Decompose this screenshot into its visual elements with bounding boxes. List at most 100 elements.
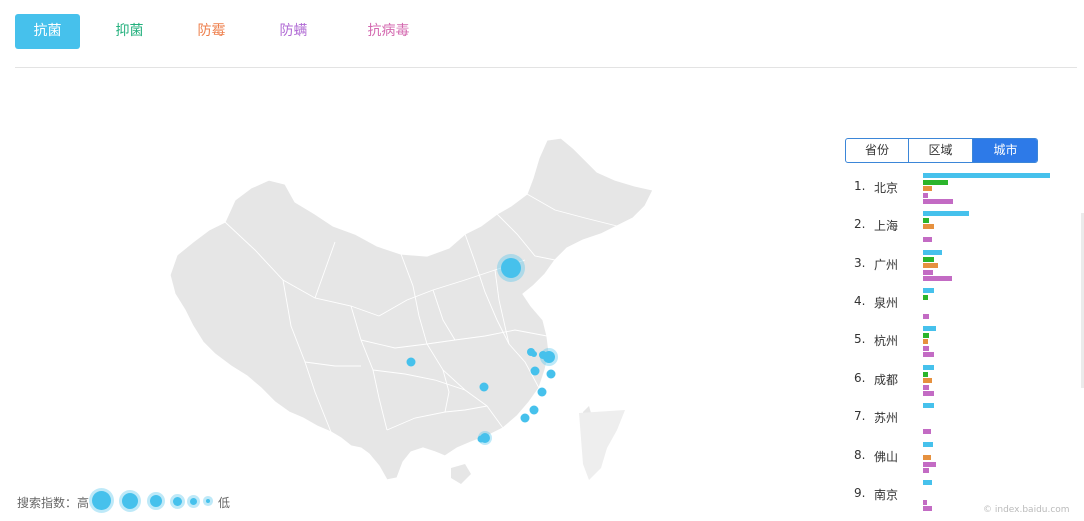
ranking-row[interactable]: 8. 佛山 <box>846 442 1056 480</box>
bar-kangjun <box>923 442 933 447</box>
bubble-wuhan[interactable] <box>479 382 489 392</box>
rank-city: 北京 <box>874 181 899 195</box>
rank-number: 2. <box>854 217 866 231</box>
tab-fangmei[interactable]: 防霉 <box>179 14 244 49</box>
rank-number: 3. <box>854 256 866 270</box>
bubble-chengdu[interactable] <box>406 357 416 367</box>
rank-city: 泉州 <box>874 296 899 310</box>
bubble-beijing-core <box>501 258 521 278</box>
rank-number: 9. <box>854 486 866 500</box>
bar-kangjun <box>923 480 932 485</box>
legend-dot-6 <box>206 499 210 503</box>
bar-kangjun <box>923 365 934 370</box>
bar-yijun <box>923 332 929 338</box>
rank-city: 杭州 <box>874 334 899 348</box>
rank-bars <box>923 403 1053 441</box>
map-hainan-island <box>451 464 471 484</box>
rank-bars <box>923 250 1053 288</box>
bar-kangjun <box>923 288 934 293</box>
rank-bars <box>923 211 1053 249</box>
bar-fangman <box>923 345 929 351</box>
china-map[interactable] <box>165 130 665 495</box>
rank-city: 佛山 <box>874 450 899 464</box>
bar-fangman <box>923 192 928 198</box>
ranking-row[interactable]: 4. 泉州 <box>846 288 1056 326</box>
legend-dot-3 <box>150 495 162 507</box>
bar-fangman <box>923 461 936 467</box>
bubble-changzhou[interactable] <box>531 351 537 357</box>
rank-number: 8. <box>854 448 866 462</box>
rank-number: 4. <box>854 294 866 308</box>
bar-kangbingdu <box>923 199 953 204</box>
rank-bars <box>923 326 1053 364</box>
bar-kangjun <box>923 211 969 216</box>
bar-yijun <box>923 294 928 300</box>
ranking-row[interactable]: 7. 苏州 <box>846 403 1056 441</box>
ranking-row[interactable]: 1. 北京 <box>846 173 1056 211</box>
bubble-xiamen[interactable] <box>520 413 530 423</box>
header-divider <box>15 67 1077 68</box>
tab-yijun[interactable]: 抑菌 <box>97 14 162 49</box>
bar-kangbingdu <box>923 506 932 511</box>
bar-fangmei <box>923 263 938 268</box>
bar-kangjun <box>923 326 936 331</box>
rank-city: 上海 <box>874 219 899 233</box>
bar-kangbingdu <box>923 391 934 396</box>
bar-kangbingdu <box>923 429 931 434</box>
ranking-row[interactable]: 3. 广州 <box>846 250 1056 288</box>
bar-fangmei <box>923 378 932 383</box>
bar-kangjun <box>923 403 934 408</box>
ranking-row[interactable]: 5. 杭州 <box>846 326 1056 364</box>
bar-kangjun <box>923 173 1050 178</box>
bar-kangbingdu <box>923 276 952 281</box>
footer-credit: © index.baidu.com <box>983 505 1070 515</box>
bar-fangman <box>923 269 933 275</box>
rank-bars <box>923 288 1053 326</box>
bar-kangjun <box>923 250 942 255</box>
bar-fangman <box>923 499 927 505</box>
tab-region[interactable]: 区域 <box>908 139 972 162</box>
bar-fangmei <box>923 224 934 229</box>
tab-province[interactable]: 省份 <box>846 139 908 162</box>
rank-bars <box>923 173 1053 211</box>
bubble-nanchang[interactable] <box>537 387 547 397</box>
ranking-row[interactable]: 2. 上海 <box>846 211 1056 249</box>
map-south-china-sea-inset <box>579 410 625 480</box>
tab-kangbingdu[interactable]: 抗病毒 <box>351 14 426 49</box>
rank-bars <box>923 442 1053 480</box>
legend-dot-4 <box>173 497 182 506</box>
rank-number: 5. <box>854 332 866 346</box>
rank-city: 南京 <box>874 488 899 502</box>
bar-yijun <box>923 256 934 262</box>
legend-dot-1 <box>92 491 111 510</box>
tab-city[interactable]: 城市 <box>972 139 1037 162</box>
ranking-row[interactable]: 6. 成都 <box>846 365 1056 403</box>
legend-high-label: 搜索指数：高 <box>17 496 90 510</box>
bar-fangmei <box>923 455 931 460</box>
bar-yijun <box>923 371 928 377</box>
bar-fangmei <box>923 339 928 344</box>
bubble-foshan[interactable] <box>477 435 485 443</box>
bar-yijun <box>923 179 948 185</box>
legend-dot-5 <box>190 498 197 505</box>
rank-bars <box>923 365 1053 403</box>
bubble-hefei[interactable] <box>530 366 540 376</box>
bubble-quanzhou[interactable] <box>529 405 539 415</box>
bubble-hangzhou[interactable] <box>546 369 556 379</box>
rank-number: 7. <box>854 409 866 423</box>
bar-fangmei <box>923 186 932 191</box>
rank-city: 广州 <box>874 258 899 272</box>
bar-fangman <box>923 384 929 390</box>
legend-low-label: 低 <box>218 496 231 510</box>
bar-yijun <box>923 217 929 223</box>
rank-number: 6. <box>854 371 866 385</box>
rank-city: 苏州 <box>874 411 899 425</box>
tab-fangman[interactable]: 防螨 <box>261 14 326 49</box>
tab-kangjun[interactable]: 抗菌 <box>15 14 80 49</box>
bubble-suzhou[interactable] <box>539 351 547 359</box>
bar-kangbingdu <box>923 314 929 319</box>
rank-city: 成都 <box>874 373 899 387</box>
bar-kangbingdu <box>923 352 934 357</box>
rank-number: 1. <box>854 179 866 193</box>
bar-kangbingdu <box>923 237 932 242</box>
